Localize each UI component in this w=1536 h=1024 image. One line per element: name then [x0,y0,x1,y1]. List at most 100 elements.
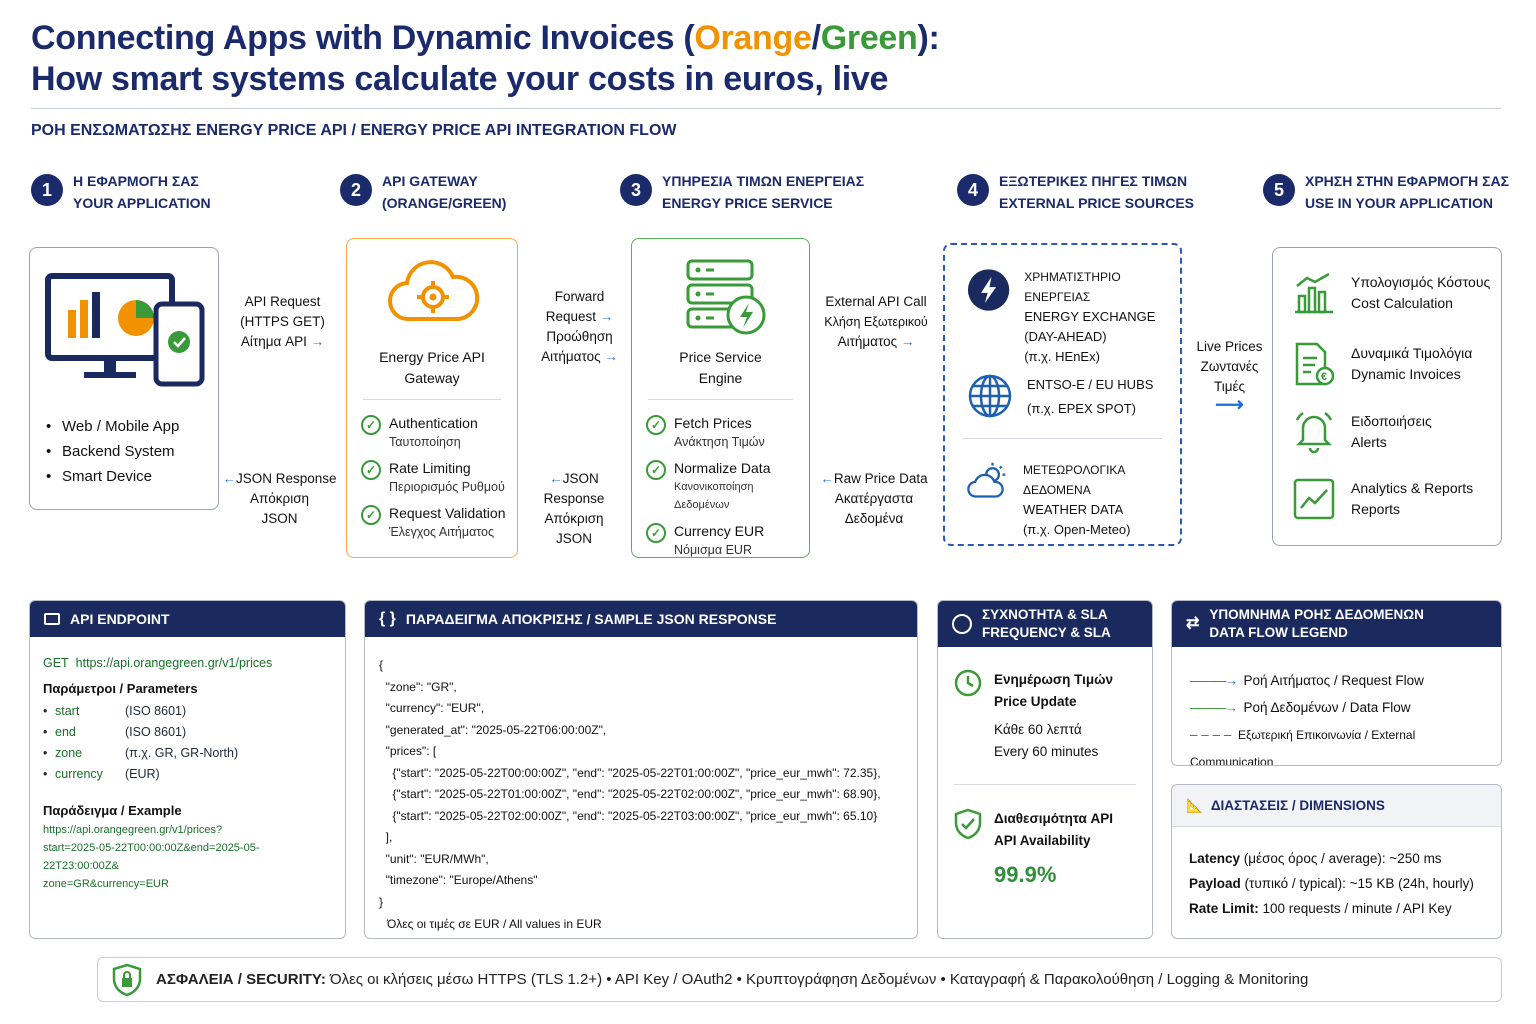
api-request-label: API Request (HTTPS GET) Αίτημα API → [230,292,335,352]
divider [954,784,1136,785]
weather-cloud-sun-icon [967,462,1006,498]
flow-subtitle: ΡΟΗ ΕΝΣΩΜΑΤΩΣΗΣ ENERGY PRICE API / ENERG… [31,122,677,139]
list-item: ✓ Authentication Ταυτοποίηση [361,414,505,451]
step-2: 2 API GATEWAY (ORANGE/GREEN) [340,170,506,214]
step-1: 1Η ΕΦΑΡΜΟΓΗ ΣΑΣ YOUR APPLICATION [31,170,211,214]
arrow-left-icon: ← [222,471,236,486]
source-entsoe: ENTSO-E / EU HUBS (π.χ. EPEX SPOT) [967,373,1153,419]
invoice-euro-icon: € [1295,342,1335,386]
arrow-left-icon: ← [820,471,834,486]
list-item: Web / Mobile App [46,414,179,439]
json-response-label-1: ←JSON Response Απόκριση JSON [222,471,337,526]
forward-request-label: Forward Request → Προώθηση Αιτήματος → [532,287,627,367]
shield-check-icon [954,808,982,840]
server-bolt-icon [686,259,766,335]
list-item: Smart Device [46,464,179,489]
data-arrow-icon: ———→ [1190,700,1238,715]
list-item: Latency (μέσος όρος / average): ~250 ms [1189,851,1442,866]
braces-icon: { } [379,610,396,627]
endpoint-icon [44,613,60,625]
service-title: Price Service Engine [679,349,762,386]
list-item: • end (ISO 8601) [43,725,187,739]
source-weather: ΜΕΤΕΩΡΟΛΟΓΙΚΑ ΔΕΔΟΜΕΝΑ WEATHER DATA (π.χ. … [967,460,1180,540]
use-alerts: Ειδοποιήσεις Alerts [1293,410,1432,454]
arrow-right-icon: → [604,349,618,364]
list-item: ✓ Fetch Prices Ανάκτηση Τιμών [646,414,809,451]
request-arrow-icon: ———→ [1190,673,1238,688]
list-item: ✓ Normalize Data Κανονικοποίηση Δεδομένων [646,459,809,514]
list-item: Payload (τυπικό / typical): ~15 KB (24h,… [1189,876,1474,891]
json-response-label-2: ←JSON Response Απόκριση JSON [543,471,605,546]
panel-header: ⇄ ΥΠΟΜΝΗΜΑ ΡΟΗΣ ΔΕΔΟΜΕΝΩΝ DATA FLOW LEGEND [1172,601,1501,647]
panel-header: 📐 ΔΙΑΣΤΑΣΕΙΣ / DIMENSIONS [1172,785,1501,827]
panel-header: { } ΠΑΡΑΔΕΙΓΜΑ ΑΠΟΚΡΙΣΗΣ / SAMPLE JSON RE… [365,601,917,637]
panel-header: API ENDPOINT [30,601,345,637]
clock-icon [954,669,982,697]
svg-text:€: € [1321,371,1327,383]
raw-data-label: ←Raw Price Data Ακατέργαστα Δεδομένα [820,471,928,526]
shield-lock-icon [112,963,142,996]
divider [648,399,793,400]
step-3: 3 ΥΠΗΡΕΣΙΑ ΤΙΜΩΝ ΕΝΕΡΓΕΙΑΣ ENERGY PRICE SE… [620,170,864,214]
list-item: • start (ISO 8601) [43,704,187,718]
divider [963,438,1162,439]
source-energy-exchange: ΧΡΗΜΑΤΙΣΤΗΡΙΟ ΕΝΕΡΓΕΙΑΣ ENERGY EXCHANGE (D… [967,267,1180,367]
external-call-label: External API Call Κλήση Εξωτερικού Αιτήματ… [820,292,932,352]
globe-icon [968,374,1012,418]
list-item: – – – – Εξωτερική Επικοινωνία / External… [1190,727,1416,766]
dashed-line-icon: – – – – [1190,727,1232,742]
dimensions-panel: 📐 ΔΙΑΣΤΑΣΕΙΣ / DIMENSIONS Latency (μέσος … [1171,784,1502,939]
list-item: ———→ Ροή Δεδομένων / Data Flow [1190,700,1411,715]
example-url[interactable]: https://api.orangegreen.gr/v1/prices? sta… [43,821,332,893]
sla-panel: ΣΥΧΝΟΤΗΤΑ & SLA FREQUENCY & SLA Ενημέρωση… [937,600,1153,939]
bell-icon [1295,411,1333,454]
legend-items: ———→ Ροή Αιτήματος / Request Flow ———→ Ρ… [1190,667,1501,766]
api-availability: Διαθεσιμότητα API API Availability 99.9% [954,808,1113,886]
app-types-list: Web / Mobile App Backend System Smart De… [46,414,179,489]
use-dynamic-invoices: € Δυναμικά Τιμολόγια Dynamic Invoices [1293,342,1472,386]
bar-chart-icon [1295,272,1333,314]
price-service-box: Price Service Engine ✓ Fetch Prices Ανάκτησ… [631,238,810,558]
gateway-features: ✓ Authentication Ταυτοποίηση ✓ Rate Limitin… [361,414,505,549]
title-divider [31,108,1501,109]
gateway-title: Energy Price API Gateway [379,349,485,386]
swap-arrows-icon: ⇄ [1186,615,1200,632]
json-code: { "zone": "GR", "currency": "EUR", "gene… [379,658,881,909]
bolt-icon [967,269,1010,311]
endpoint-url: GET https://api.orangegreen.gr/v1/prices [43,656,273,670]
use-cost-calculation: Υπολογισμός Κόστους Cost Calculation [1293,272,1490,314]
api-endpoint-panel: API ENDPOINT GET https://api.orangegreen… [29,600,346,939]
arrow-right-icon: ⟶ [1215,394,1244,416]
ruler-icon: 📐 [1186,797,1203,813]
gateway-box: Energy Price API Gateway ✓ Authentication Τ… [346,238,518,558]
list-item: ✓ Request Validation Έλεγχος Αιτήματος [361,504,505,541]
arrow-left-icon: ← [549,471,563,486]
legend-panel: ⇄ ΥΠΟΜΝΗΜΑ ΡΟΗΣ ΔΕΔΟΜΕΝΩΝ DATA FLOW LEGEND… [1171,600,1502,766]
clock-icon [952,614,972,634]
list-item: • zone (π.χ. GR, GR-North) [43,746,239,760]
arrow-right-icon: → [599,309,614,324]
list-item: ✓ Currency EUR Νόμισμα EUR [646,522,809,559]
step-4: 4 ΕΞΩΤΕΡΙΚΕΣ ΠΗΓΕΣ ΤΙΜΩΝ EXTERNAL PRICE SO… [957,170,1194,214]
check-icon: ✓ [361,460,381,480]
price-update: Ενημέρωση Τιμών Price Update Κάθε 60 λεπτά… [954,669,1113,763]
list-item: ✓ Rate Limiting Περιορισμός Ρυθμού [361,459,505,496]
param-list: • start (ISO 8601) • end (ISO 8601) • zone (π.… [43,701,332,785]
arrow-right-icon: → [900,334,915,349]
divider [363,399,501,400]
panel-header: ΣΥΧΝΟΤΗΤΑ & SLA FREQUENCY & SLA [938,601,1152,647]
list-item: • currency (EUR) [43,767,160,781]
list-item: Rate Limit: 100 requests / minute / API … [1189,901,1452,916]
external-sources-box: ΧΡΗΜΑΤΙΣΤΗΡΙΟ ΕΝΕΡΓΕΙΑΣ ENERGY EXCHANGE (D… [943,243,1182,546]
arrow-right-icon: → [310,334,325,349]
list-item: ———→ Ροή Αιτήματος / Request Flow [1190,673,1424,688]
json-response-panel: { } ΠΑΡΑΔΕΙΓΜΑ ΑΠΟΚΡΙΣΗΣ / SAMPLE JSON RE… [364,600,918,939]
cloud-gear-icon [387,260,480,322]
check-icon: ✓ [361,505,381,525]
check-icon: ✓ [646,460,666,480]
use-analytics: Analytics & Reports Reports [1293,478,1473,520]
page-title: Connecting Apps with Dynamic Invoices (O… [31,19,940,98]
check-icon: ✓ [646,415,666,435]
use-box: Υπολογισμός Κόστους Cost Calculation € Δυ… [1272,247,1502,546]
live-prices-label: Live Prices Ζωντανές Τιμές ⟶ [1196,339,1263,416]
